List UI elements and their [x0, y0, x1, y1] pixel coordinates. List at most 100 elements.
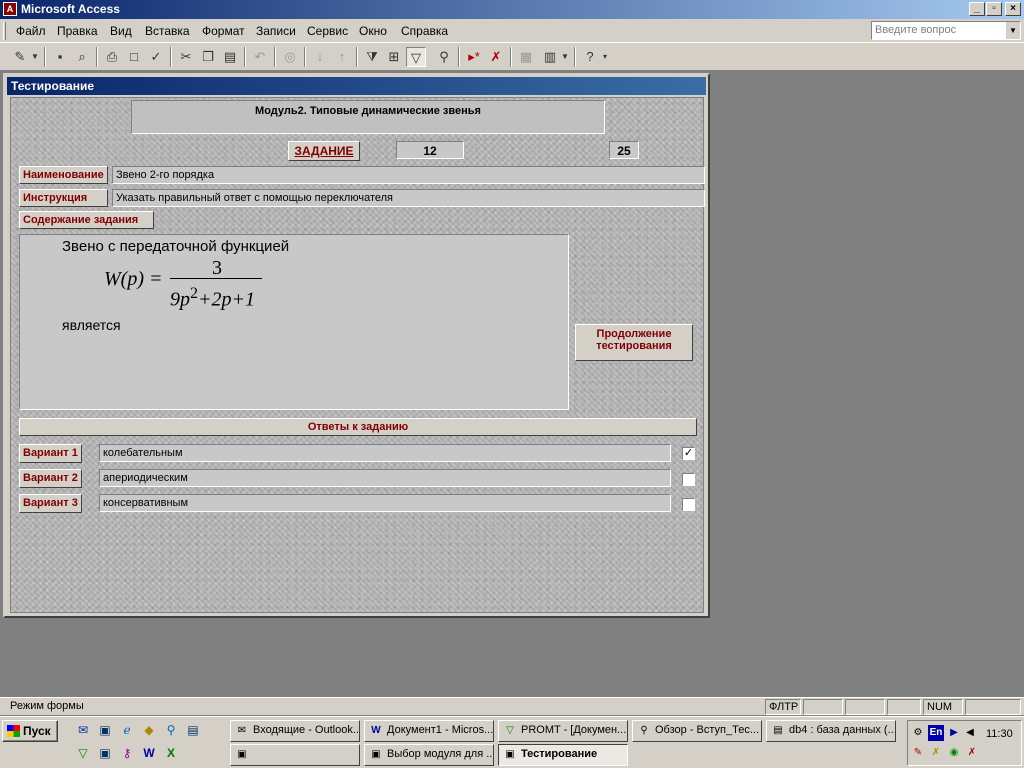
undo-icon[interactable]: ↶ — [250, 47, 270, 67]
sort-asc-icon[interactable]: ↓ — [310, 47, 330, 67]
tray-app-icon[interactable]: ✎ — [910, 745, 926, 761]
menu-grip[interactable] — [3, 22, 6, 40]
chevron-down-icon[interactable]: ▼ — [560, 47, 570, 67]
language-indicator[interactable]: En — [928, 725, 944, 741]
sort-desc-icon[interactable]: ↑ — [332, 47, 352, 67]
print-icon[interactable]: ⎙ — [102, 47, 122, 67]
task-promt[interactable]: ▽ PROMT - [Докумен... — [498, 720, 628, 742]
name-field[interactable]: Звено 2-го порядка — [112, 166, 705, 184]
task-content-box[interactable]: Звено с передаточной функцией W(p) = 3 9… — [19, 234, 569, 410]
toolbar-separator — [44, 47, 46, 67]
database-window-icon[interactable]: ▦ — [516, 47, 536, 67]
search-file-icon[interactable]: ⌕ — [72, 47, 92, 67]
task-testing[interactable]: ▣ Тестирование — [498, 744, 628, 766]
network-icon[interactable]: ⚙ — [910, 725, 926, 741]
menu-insert[interactable]: Вставка — [145, 24, 190, 38]
variant-3-label[interactable]: Вариант 3 — [19, 494, 82, 513]
tray-app-icon[interactable]: ✗ — [928, 745, 944, 761]
formula-numerator: 3 — [212, 257, 222, 279]
apply-filter-icon[interactable]: ▽ — [406, 47, 426, 67]
volume-icon[interactable]: ◀ — [962, 725, 978, 741]
menu-help[interactable]: Справка — [401, 24, 448, 38]
filter-by-selection-icon[interactable]: ⧩ — [362, 47, 382, 67]
promt-quicklaunch-icon[interactable]: ▽ — [74, 744, 92, 762]
spelling-icon[interactable]: ✓ — [146, 47, 166, 67]
outlook-icon: ✉ — [237, 725, 247, 736]
excel-quicklaunch-icon[interactable]: X — [162, 744, 180, 762]
status-filter: ФЛТР — [765, 699, 801, 715]
chevron-down-icon[interactable]: ▼ — [30, 47, 40, 67]
save-icon[interactable]: ▪ — [50, 47, 70, 67]
tray-app-icon[interactable]: ✗ — [964, 745, 980, 761]
variant-3-checkbox[interactable] — [682, 498, 695, 511]
menu-window[interactable]: Окно — [359, 24, 387, 38]
minimize-button[interactable]: _ — [969, 2, 985, 16]
task-word[interactable]: W Документ1 - Micros... — [364, 720, 494, 742]
print-preview-icon[interactable]: □ — [124, 47, 144, 67]
task-explorer[interactable]: ⚲ Обзор - Вступ_Тес... — [632, 720, 762, 742]
menu-tools[interactable]: Сервис — [307, 24, 348, 38]
system-tray: ⚙ En ▶ ◀ 11:30 ✎ ✗ ◉ ✗ — [907, 720, 1022, 766]
access-quicklaunch-icon[interactable]: ⚷ — [118, 744, 136, 762]
windows-logo-icon — [7, 725, 20, 737]
name-label[interactable]: Наименование — [19, 166, 108, 184]
design-view-icon[interactable]: ✎ — [10, 47, 30, 67]
status-mode: Режим формы — [10, 700, 84, 712]
content-label[interactable]: Содержание задания — [19, 211, 154, 229]
task-database[interactable]: ▤ db4 : база данных (... — [766, 720, 896, 742]
media-icon[interactable]: ▶ — [946, 725, 962, 741]
variant-2-checkbox[interactable] — [682, 473, 695, 486]
task-label: Документ1 - Micros... — [387, 724, 494, 736]
task-label[interactable]: ЗАДАНИЕ — [288, 141, 360, 161]
hyperlink-icon[interactable]: ◎ — [280, 47, 300, 67]
continue-testing-button[interactable]: Продолжение тестирования — [575, 324, 693, 361]
close-button[interactable]: × — [1005, 2, 1021, 16]
instruction-field[interactable]: Указать правильный ответ с помощью перек… — [112, 189, 705, 207]
help-icon[interactable]: ? — [580, 47, 600, 67]
answers-header: Ответы к заданию — [19, 418, 697, 436]
new-record-icon[interactable]: ▸* — [464, 47, 484, 67]
task-form-blank[interactable]: ▣ — [230, 744, 360, 766]
paste-icon[interactable]: ▤ — [220, 47, 240, 67]
outlook-quicklaunch-icon[interactable]: ✉ — [74, 721, 92, 739]
menu-view[interactable]: Вид — [110, 24, 132, 38]
start-button[interactable]: Пуск — [2, 720, 58, 742]
status-panel-empty — [845, 699, 885, 715]
help-question-input[interactable]: Введите вопрос ▼ — [871, 21, 1021, 40]
menu-format[interactable]: Формат — [202, 24, 245, 38]
task-outlook[interactable]: ✉ Входящие - Outlook... — [230, 720, 360, 742]
instruction-label[interactable]: Инструкция — [19, 189, 108, 207]
window-title: Microsoft Access — [21, 2, 120, 16]
menu-edit[interactable]: Правка — [57, 24, 98, 38]
variant-1-checkbox[interactable]: ✓ — [682, 447, 695, 460]
new-object-icon[interactable]: ▥ — [540, 47, 560, 67]
form-quicklaunch-icon[interactable]: ▣ — [96, 744, 114, 762]
variant-1-value[interactable]: колебательным — [99, 444, 671, 462]
chevron-down-icon[interactable]: ▼ — [1006, 22, 1020, 39]
menu-file[interactable]: Файл — [16, 24, 46, 38]
delete-record-icon[interactable]: ✗ — [486, 47, 506, 67]
filter-by-form-icon[interactable]: ⊞ — [384, 47, 404, 67]
toolbar-separator — [244, 47, 246, 67]
ie-quicklaunch-icon[interactable]: ℯ — [118, 721, 136, 739]
variant-3-value[interactable]: консервативным — [99, 494, 671, 512]
access-icon[interactable]: A — [3, 2, 17, 16]
search-quicklaunch-icon[interactable]: ⚲ — [162, 721, 180, 739]
window-quicklaunch-icon[interactable]: ▤ — [184, 721, 202, 739]
tray-app-icon[interactable]: ◉ — [946, 745, 962, 761]
toolbar-separator — [274, 47, 276, 67]
variant-1-label[interactable]: Вариант 1 — [19, 444, 82, 463]
shortcut-quicklaunch-icon[interactable]: ◆ — [140, 721, 158, 739]
cut-icon[interactable]: ✂ — [176, 47, 196, 67]
chevron-down-icon[interactable]: ▾ — [600, 47, 610, 67]
find-icon[interactable]: ⚲ — [434, 47, 454, 67]
task-module-select[interactable]: ▣ Выбор модуля для ... — [364, 744, 494, 766]
word-quicklaunch-icon[interactable]: W — [140, 744, 158, 762]
copy-icon[interactable]: ❐ — [198, 47, 218, 67]
variant-2-label[interactable]: Вариант 2 — [19, 469, 82, 488]
restore-button[interactable]: ▫ — [986, 2, 1002, 16]
menu-records[interactable]: Записи — [256, 24, 296, 38]
variant-2-value[interactable]: апериодическим — [99, 469, 671, 487]
form-window: Тестирование Модуль2. Типовые динамическ… — [3, 73, 710, 618]
desktop-quicklaunch-icon[interactable]: ▣ — [96, 721, 114, 739]
